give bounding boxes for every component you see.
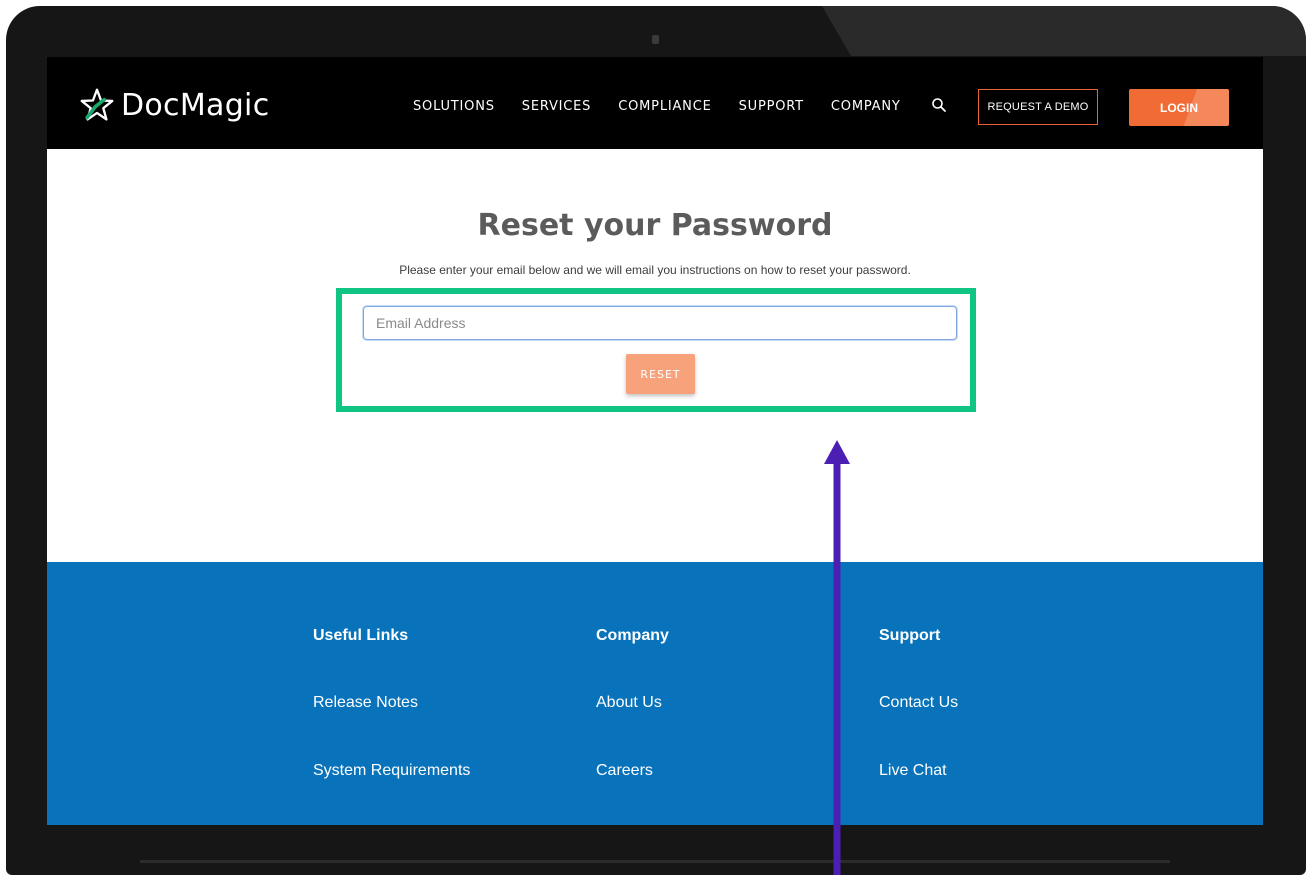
main-nav: SOLUTIONS SERVICES COMPLIANCE SUPPORT CO…: [413, 99, 928, 114]
page-title: Reset your Password: [477, 208, 833, 243]
footer-link-release-notes[interactable]: Release Notes: [313, 694, 470, 714]
footer-link-contact-us[interactable]: Contact Us: [879, 694, 958, 714]
arrow-up-icon: [824, 440, 850, 875]
footer-heading: Company: [596, 627, 669, 644]
bezel-glare: [822, 6, 1306, 56]
site-footer: Useful Links Release Notes System Requir…: [47, 562, 1263, 825]
footer-link-system-requirements[interactable]: System Requirements: [313, 762, 470, 782]
nav-item-support[interactable]: SUPPORT: [739, 99, 804, 114]
star-logo-icon: [80, 88, 114, 121]
nav-item-company[interactable]: COMPANY: [831, 99, 901, 114]
footer-heading: Useful Links: [313, 627, 409, 644]
footer-column-support: Support Contact Us Live Chat: [879, 627, 958, 825]
browser-viewport: DocMagic SOLUTIONS SERVICES COMPLIANCE S…: [47, 57, 1263, 825]
login-button[interactable]: LOGIN: [1129, 89, 1229, 126]
footer-heading: Support: [879, 627, 941, 644]
footer-column-useful-links: Useful Links Release Notes System Requir…: [313, 627, 470, 825]
request-demo-button[interactable]: REQUEST A DEMO: [978, 89, 1098, 125]
laptop-base: [140, 860, 1170, 863]
nav-item-solutions[interactable]: SOLUTIONS: [413, 99, 495, 114]
brand-name: DocMagic: [121, 87, 270, 123]
footer-link-careers[interactable]: Careers: [596, 762, 669, 782]
nav-item-services[interactable]: SERVICES: [522, 99, 591, 114]
footer-link-about-us[interactable]: About Us: [596, 694, 669, 714]
footer-column-company: Company About Us Careers: [596, 627, 669, 825]
site-header: DocMagic SOLUTIONS SERVICES COMPLIANCE S…: [47, 57, 1263, 149]
nav-item-compliance[interactable]: COMPLIANCE: [618, 99, 711, 114]
footer-link-live-chat[interactable]: Live Chat: [879, 762, 958, 782]
webcam: [652, 35, 659, 44]
highlight-box: [336, 288, 976, 412]
reset-instructions: Please enter your email below and we wil…: [399, 263, 911, 277]
search-icon[interactable]: [931, 97, 947, 113]
docmagic-logo[interactable]: DocMagic: [79, 85, 270, 125]
